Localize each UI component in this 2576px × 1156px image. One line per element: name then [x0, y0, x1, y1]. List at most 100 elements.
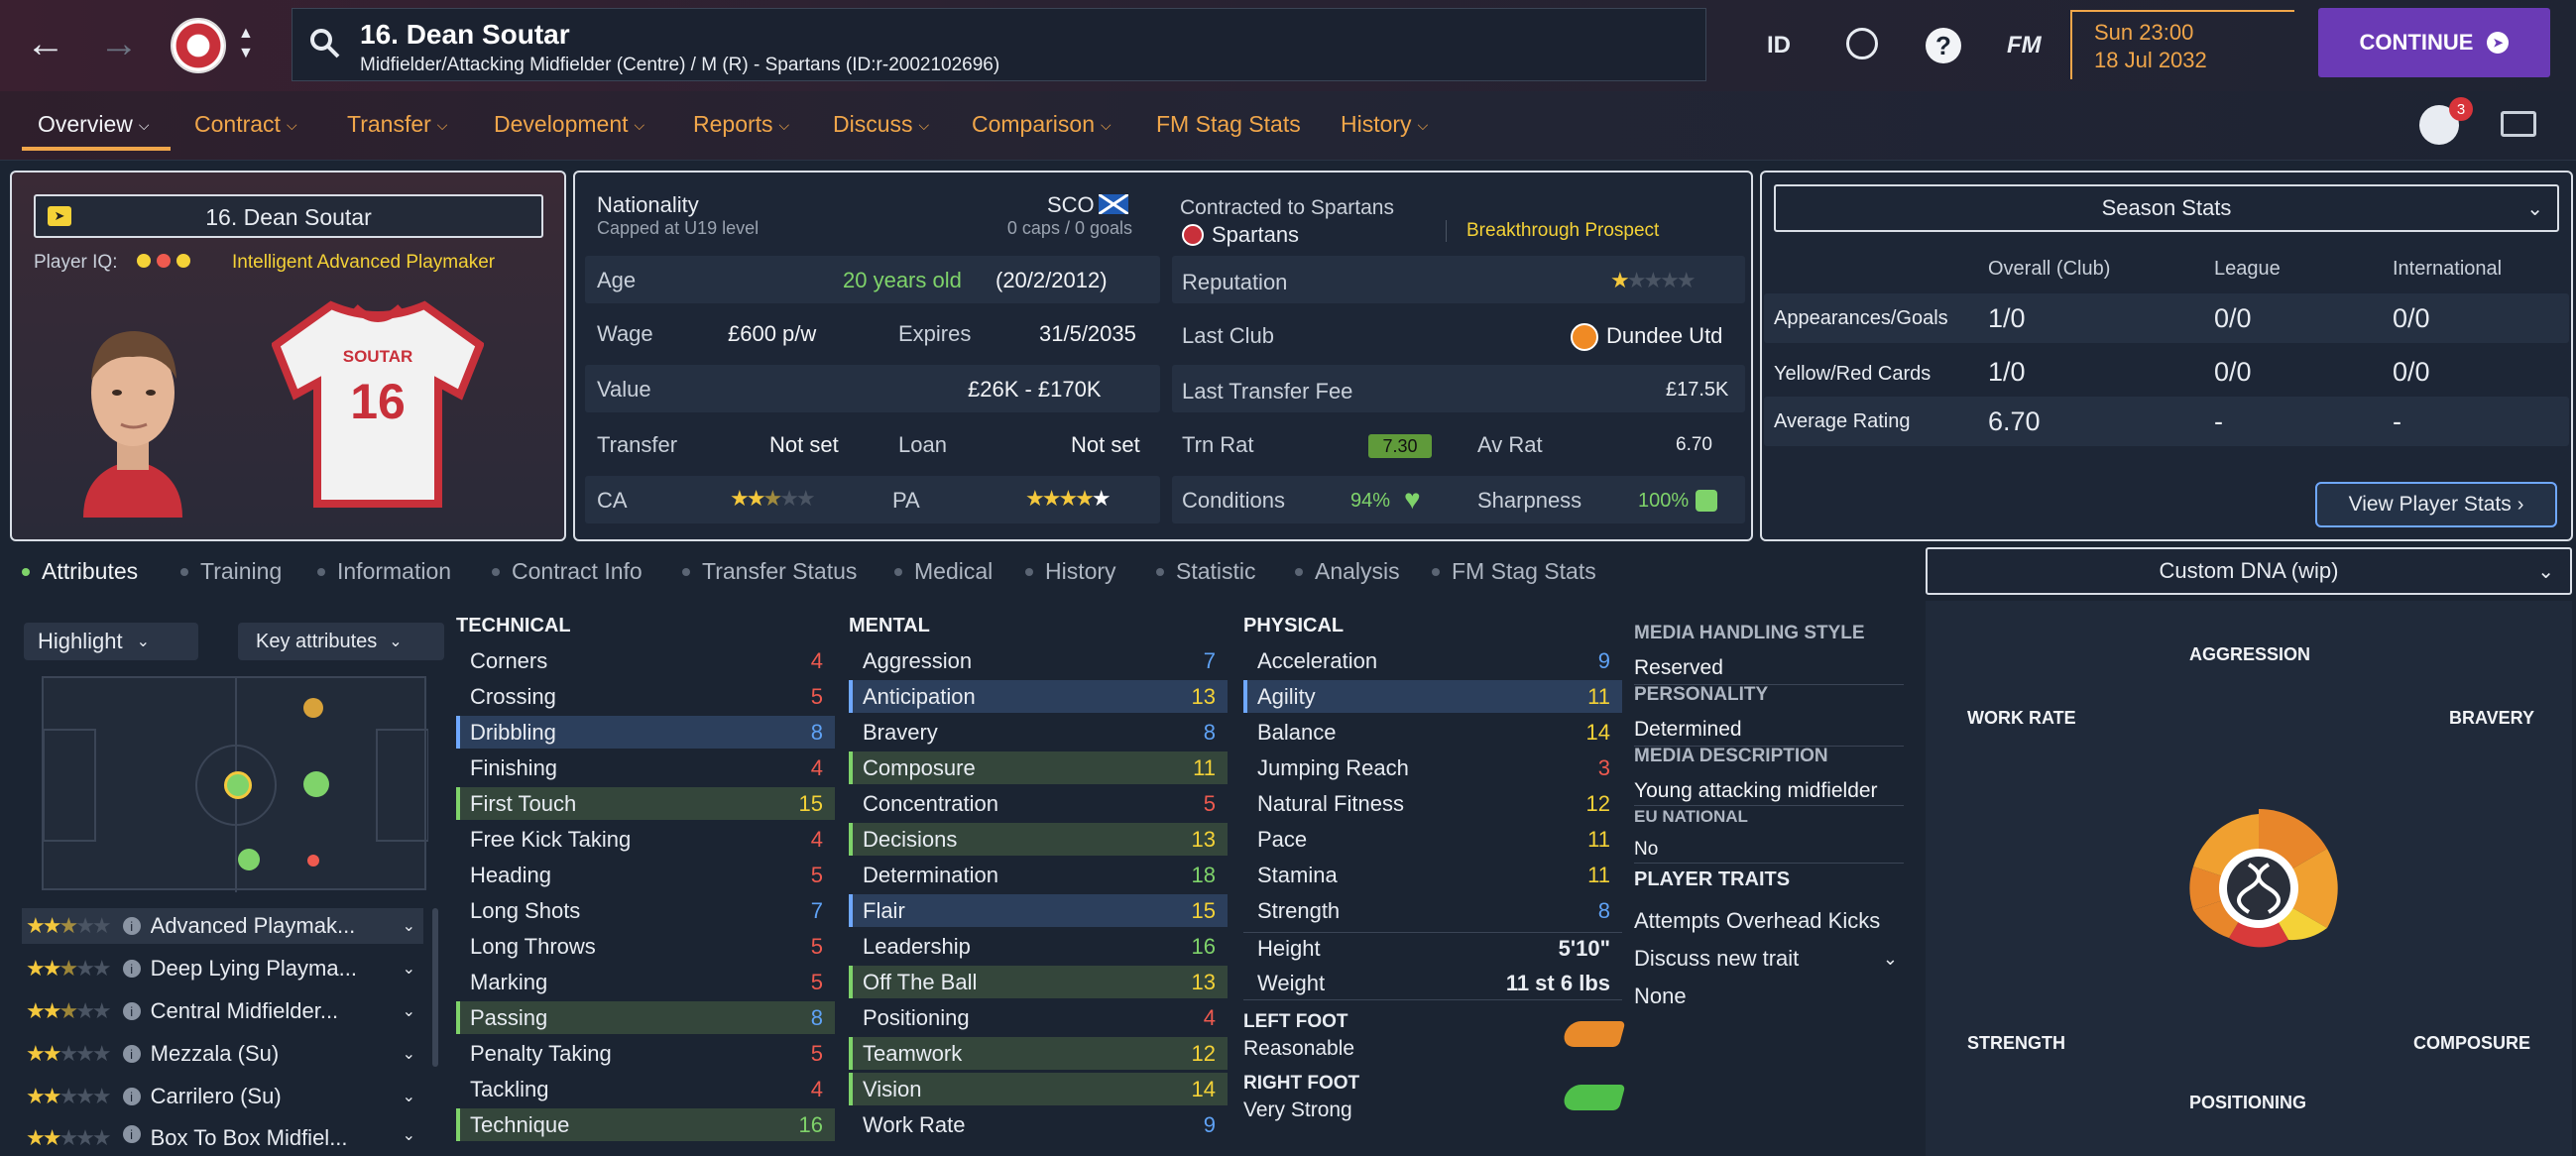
nav-overview[interactable]: Overview ⌵ [38, 111, 149, 141]
brain-icon[interactable] [1846, 28, 1878, 59]
role-row[interactable]: ★★★★★ i Box To Box Midfiel... ⌄ [22, 1121, 423, 1156]
roles-scrollbar[interactable] [432, 908, 438, 1067]
player-search-bar[interactable]: 16. Dean Soutar Midfielder/Attacking Mid… [292, 8, 1706, 81]
info-icon[interactable]: i [122, 960, 141, 978]
attr-row[interactable]: Composure 11 [849, 751, 1228, 784]
attr-row[interactable]: First Touch 15 [456, 787, 835, 820]
attr-label: Finishing [470, 754, 558, 780]
attr-row[interactable]: Passing 8 [456, 1001, 835, 1034]
season-stats-dropdown[interactable]: Season Stats ⌄ [1774, 184, 2559, 232]
role-row[interactable]: ★★★★★ i Advanced Playmak... ⌄ [22, 908, 423, 944]
nav-transfer[interactable]: Transfer ⌵ [347, 111, 447, 141]
attr-row[interactable]: Long Throws 5 [456, 930, 835, 963]
info-icon[interactable]: i [122, 917, 141, 935]
attr-label: Stamina [1257, 862, 1338, 887]
attr-row[interactable]: Positioning 4 [849, 1001, 1228, 1034]
continue-button[interactable]: CONTINUE ➤ [2318, 8, 2550, 77]
role-row[interactable]: ★★★★★ i Central Midfielder... ⌄ [22, 993, 423, 1029]
tab-training[interactable]: Training [180, 558, 282, 585]
fm-menu-button[interactable]: FM [2007, 32, 2042, 59]
attr-row[interactable]: Teamwork 12 [849, 1037, 1228, 1070]
tab-fm-stag-stats[interactable]: FM Stag Stats [1432, 558, 1596, 585]
attr-row[interactable]: Flair 15 [849, 894, 1228, 927]
tab-attributes[interactable]: Attributes [22, 558, 138, 585]
attr-row[interactable]: Heading 5 [456, 859, 835, 891]
forward-arrow-icon[interactable]: → [99, 22, 139, 66]
info-icon[interactable]: i [122, 1045, 141, 1063]
back-arrow-icon[interactable]: ← [26, 22, 65, 66]
nav-comparison[interactable]: Comparison ⌵ [972, 111, 1112, 141]
attr-row[interactable]: Aggression 7 [849, 644, 1228, 677]
attr-row[interactable]: Acceleration 9 [1243, 644, 1622, 677]
info-icon[interactable]: i [122, 1088, 141, 1105]
nav-fm-stag-stats[interactable]: FM Stag Stats [1156, 111, 1301, 141]
info-icon[interactable]: i [122, 1125, 141, 1143]
attr-row[interactable]: Off The Ball 13 [849, 966, 1228, 998]
custom-dna-dropdown[interactable]: Custom DNA (wip) ⌄ [1926, 547, 2572, 595]
tab-statistic[interactable]: Statistic [1156, 558, 1256, 585]
attr-row[interactable]: Anticipation 13 [849, 680, 1228, 713]
date-box[interactable]: Sun 23:00 18 Jul 2032 [2070, 10, 2294, 79]
attr-row[interactable]: Strength 8 [1243, 894, 1622, 927]
nav-development[interactable]: Development ⌵ [494, 111, 644, 141]
monitor-icon[interactable] [2501, 111, 2536, 137]
info-icon[interactable]: i [122, 1002, 141, 1020]
attr-row[interactable]: Vision 14 [849, 1073, 1228, 1105]
attr-row[interactable]: Natural Fitness 12 [1243, 787, 1622, 820]
attr-row[interactable]: Technique 16 [456, 1108, 835, 1141]
attr-row[interactable]: Work Rate 9 [849, 1108, 1228, 1141]
attr-label: Heading [470, 862, 551, 887]
tab-information[interactable]: Information [317, 558, 451, 585]
key-attributes-dropdown[interactable]: Key attributes ⌄ [238, 623, 444, 660]
attr-row[interactable]: Decisions 13 [849, 823, 1228, 856]
tab-transfer-status[interactable]: Transfer Status [682, 558, 857, 585]
player-switch-chevrons-icon[interactable]: ▲ ▼ [238, 24, 254, 63]
attr-row[interactable]: Stamina 11 [1243, 859, 1622, 891]
attr-row[interactable]: Free Kick Taking 4 [456, 823, 835, 856]
nav-history[interactable]: History ⌵ [1341, 111, 1428, 141]
attr-label: Corners [470, 647, 548, 673]
tab-analysis[interactable]: Analysis [1295, 558, 1400, 585]
attr-label: Vision [863, 1076, 922, 1101]
attr-row[interactable]: Penalty Taking 5 [456, 1037, 835, 1070]
attr-label: Determination [863, 862, 998, 887]
attr-row[interactable]: Finishing 4 [456, 751, 835, 784]
last-club-value[interactable]: Dundee Utd [1606, 323, 1722, 349]
attr-row[interactable]: Dribbling 8 [456, 716, 835, 749]
capped-text: Capped at U19 level [597, 218, 760, 238]
help-icon[interactable]: ? [1926, 28, 1961, 63]
tab-medical[interactable]: Medical [894, 558, 993, 585]
highlight-dropdown[interactable]: Highlight ⌄ [24, 623, 198, 660]
attr-row[interactable]: Crossing 5 [456, 680, 835, 713]
view-player-stats-button[interactable]: View Player Stats › [2315, 482, 2557, 527]
nav-discuss[interactable]: Discuss ⌵ [833, 111, 929, 141]
chevron-down-icon: ⌄ [402, 1127, 415, 1144]
media-style-label: MEDIA HANDLING STYLE [1634, 623, 1865, 643]
attr-value: 7 [1203, 647, 1216, 673]
attr-row[interactable]: Leadership 16 [849, 930, 1228, 963]
attr-row[interactable]: Concentration 5 [849, 787, 1228, 820]
player-title: 16. Dean Soutar [360, 19, 570, 50]
role-row[interactable]: ★★★★★ i Mezzala (Su) ⌄ [22, 1036, 423, 1072]
role-row[interactable]: ★★★★★ i Deep Lying Playma... ⌄ [22, 951, 423, 986]
discuss-trait-dropdown[interactable]: Discuss new trait ⌄ [1634, 944, 1904, 974]
id-toggle-button[interactable]: ID [1767, 32, 1791, 59]
attr-row[interactable]: Balance 14 [1243, 716, 1622, 749]
role-row[interactable]: ★★★★★ i Carrilero (Su) ⌄ [22, 1079, 423, 1114]
tab-contract-info[interactable]: Contract Info [492, 558, 643, 585]
nav-contract[interactable]: Contract ⌵ [194, 111, 297, 141]
attr-row[interactable]: Determination 18 [849, 859, 1228, 891]
attr-row[interactable]: Tackling 4 [456, 1073, 835, 1105]
attr-row[interactable]: Corners 4 [456, 644, 835, 677]
conditions-label: Conditions [1182, 488, 1285, 513]
nav-reports[interactable]: Reports ⌵ [693, 111, 789, 141]
wage-label: Wage [597, 321, 653, 346]
attr-row[interactable]: Pace 11 [1243, 823, 1622, 856]
attr-row[interactable]: Bravery 8 [849, 716, 1228, 749]
attr-row[interactable]: Long Shots 7 [456, 894, 835, 927]
attr-row[interactable]: Jumping Reach 3 [1243, 751, 1622, 784]
club-crest-icon[interactable] [171, 18, 226, 73]
attr-row[interactable]: Agility 11 [1243, 680, 1622, 713]
attr-row[interactable]: Marking 5 [456, 966, 835, 998]
tab-history[interactable]: History [1025, 558, 1116, 585]
